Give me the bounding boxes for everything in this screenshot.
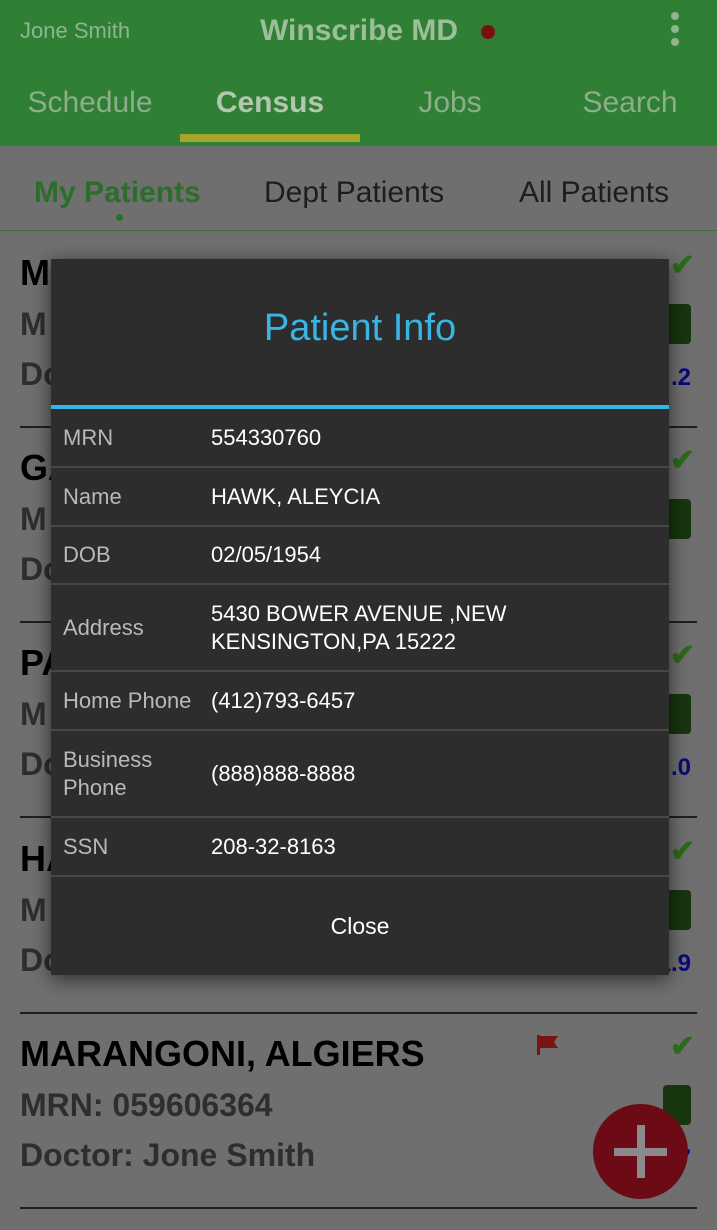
info-label: Name [63, 483, 122, 509]
info-label: Business Phone [63, 746, 153, 800]
check-icon: ✔ [669, 639, 695, 672]
info-row: MRN 554330760 [51, 409, 669, 468]
app-title: Winscribe MD [260, 14, 459, 47]
row-divider [20, 1207, 697, 1209]
overflow-menu-icon[interactable] [668, 12, 682, 52]
patient-info-dialog: Patient Info MRN 554330760 Name HAWK, ALEYC… [51, 259, 669, 975]
flag-icon [537, 1035, 558, 1055]
info-value: 5430 BOWER AVENUE ,NEW KENSINGTON,PA 152… [211, 600, 507, 654]
info-value: HAWK, ALEYCIA [211, 483, 381, 509]
patient-time: .0 [670, 754, 691, 781]
dialog-title: Patient Info [263, 307, 457, 349]
check-icon: ✔ [669, 1030, 695, 1063]
patient-mrn: M [20, 501, 47, 537]
app-bar: Jone Smith Winscribe MD Schedule Census … [0, 0, 717, 146]
info-value: 208-32-8163 [211, 833, 336, 859]
check-icon: ✔ [669, 249, 695, 282]
info-value: (412)793-6457 [211, 687, 356, 713]
subtab-indicator [116, 214, 123, 221]
info-label: Address [63, 614, 144, 640]
add-button[interactable] [593, 1104, 688, 1199]
patient-mrn: M [20, 306, 47, 342]
tab-census[interactable]: Census [180, 86, 360, 120]
info-label: DOB [63, 542, 111, 567]
status-dot-icon [481, 25, 495, 39]
info-row: Name HAWK, ALEYCIA [51, 468, 669, 527]
info-label: SSN [63, 833, 109, 859]
subtab-dept-patients[interactable]: Dept Patients [264, 176, 444, 210]
info-row: SSN 208-32-8163 [51, 818, 669, 877]
info-row: Address 5430 BOWER AVENUE ,NEW KENSINGTON… [51, 585, 669, 672]
tab-indicator [180, 134, 360, 142]
patient-mrn: MRN: 059606364 [20, 1087, 273, 1123]
divider [0, 230, 717, 231]
patient-doctor: Doctor: Jone Smith [20, 1137, 316, 1173]
info-row: Business Phone (888)888-8888 [51, 731, 669, 818]
patient-time: .2 [670, 364, 691, 391]
check-icon: ✔ [669, 835, 695, 868]
info-value: (888)888-8888 [211, 760, 356, 786]
tab-jobs[interactable]: Jobs [360, 86, 540, 120]
info-label: MRN [63, 424, 114, 450]
check-icon: ✔ [669, 444, 695, 477]
info-value: 02/05/1954 [211, 542, 322, 567]
subtab-my-patients[interactable]: My Patients [34, 176, 201, 210]
info-label: Home Phone [63, 687, 192, 713]
patient-name: M [20, 252, 50, 293]
patient-name: MARANGONI, ALGIERS [20, 1033, 425, 1074]
info-value: 554330760 [211, 424, 322, 450]
close-button[interactable]: Close [51, 877, 669, 975]
subtab-all-patients[interactable]: All Patients [519, 176, 669, 210]
patient-mrn: M [20, 696, 47, 732]
patient-mrn: M [20, 892, 47, 928]
tab-search[interactable]: Search [540, 86, 717, 120]
tab-schedule[interactable]: Schedule [0, 86, 180, 120]
info-row: Home Phone (412)793-6457 [51, 672, 669, 731]
info-row: DOB 02/05/1954 [51, 527, 669, 585]
user-name: Jone Smith [20, 18, 131, 43]
